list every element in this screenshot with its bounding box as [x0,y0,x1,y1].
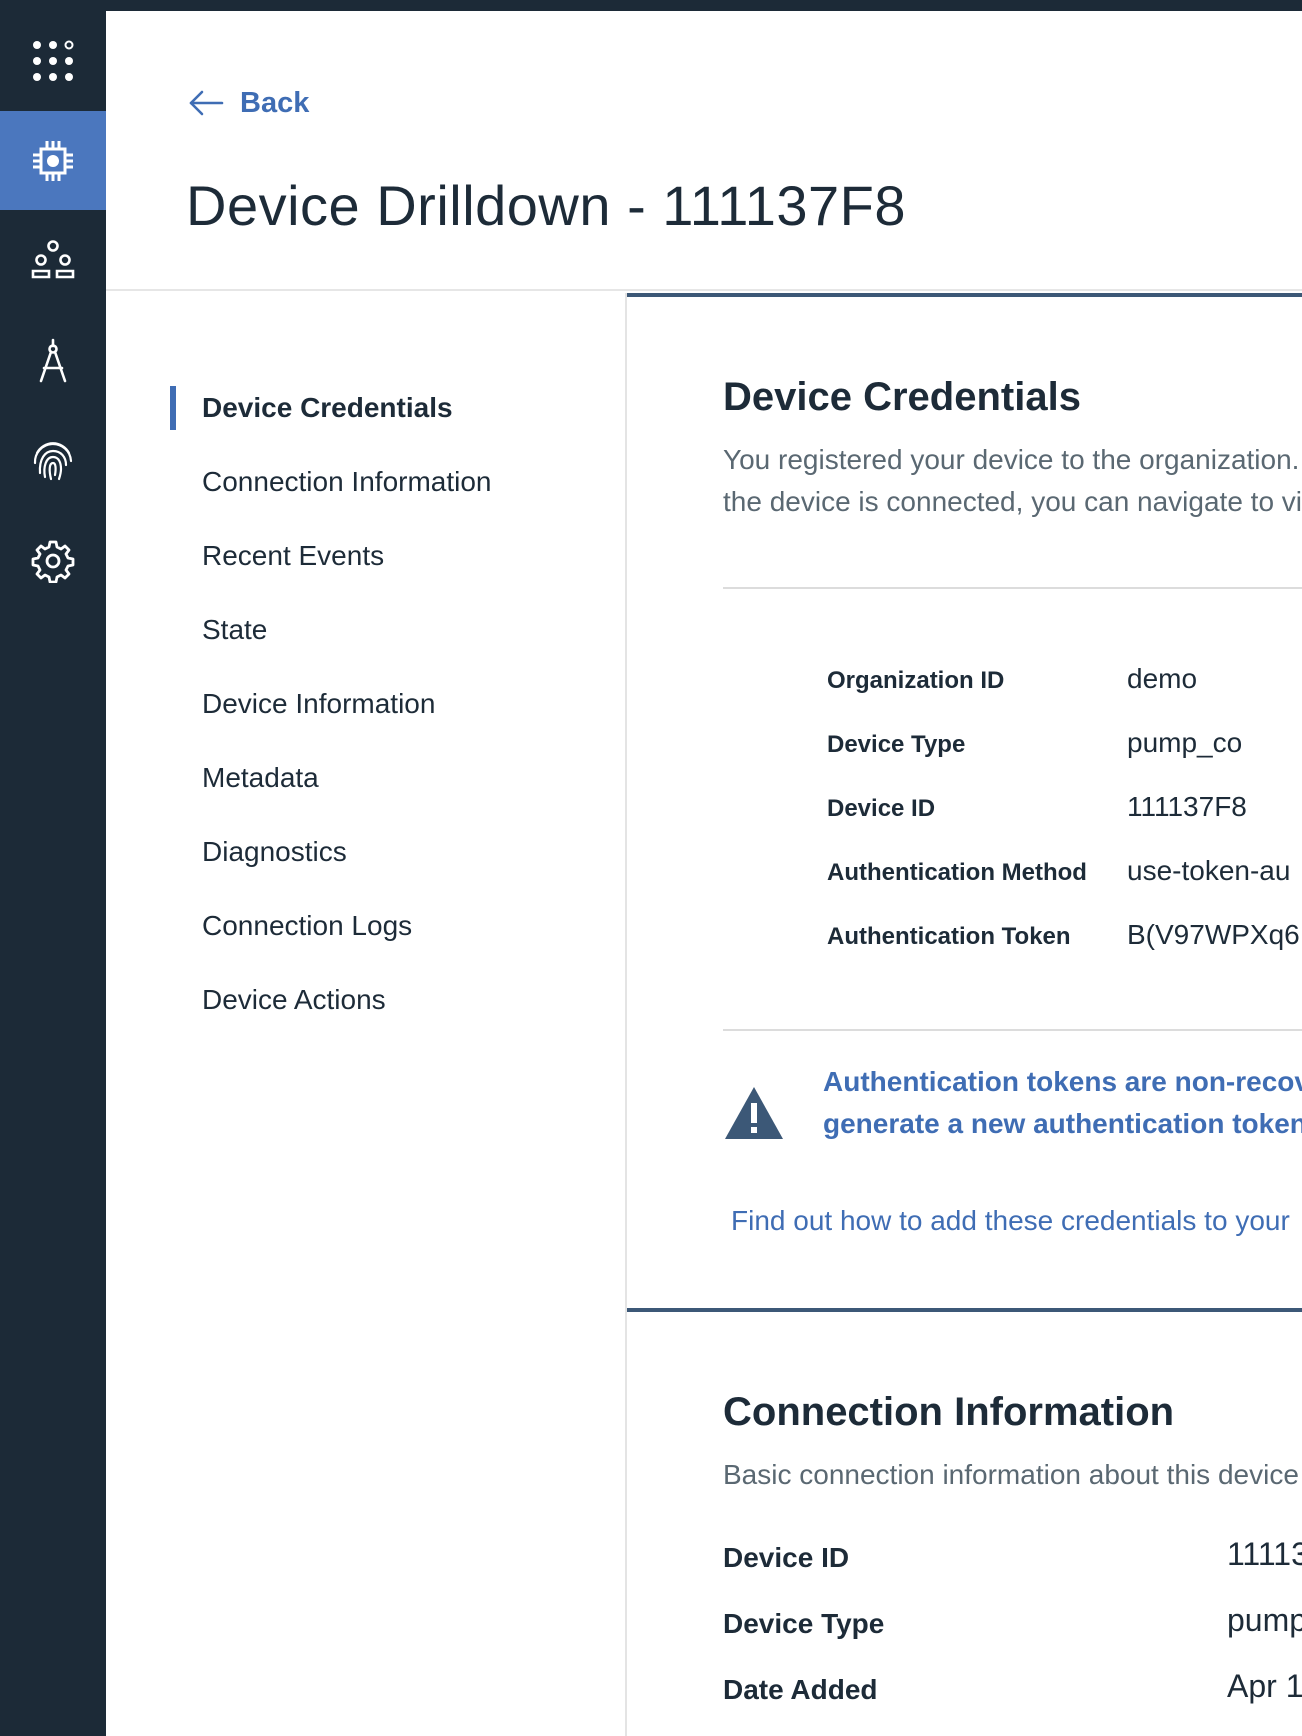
nav-item-connection-logs[interactable]: Connection Logs [202,904,412,948]
rail-item-members[interactable] [0,211,106,310]
auth-method-value: use-token-au [1127,855,1291,886]
nav-item-diagnostics[interactable]: Diagnostics [202,830,347,874]
org-id-label: Organization ID [827,667,1005,694]
device-id-label: Device ID [827,795,936,822]
app-switcher-icon [33,40,74,81]
rail-item-devices[interactable] [0,111,106,210]
auth-token-label: Authentication Token [827,923,1071,950]
warning-text: Authentication tokens are non-recove gen… [823,1061,1302,1145]
nav-item-state[interactable]: State [202,608,267,652]
warning-line1: Authentication tokens are non-recove [823,1066,1302,1097]
nav-item-connection-information[interactable]: Connection Information [202,460,492,504]
arrow-left-icon [189,90,224,116]
fingerprint-icon [33,441,73,480]
nav-item-recent-events[interactable]: Recent Events [202,534,384,578]
connection-desc: Basic connection information about this … [723,1459,1299,1490]
nav-item-device-information[interactable]: Device Information [202,682,435,726]
rail-item-settings[interactable] [0,511,106,610]
back-label[interactable]: Back [240,87,309,120]
nav-item-device-credentials[interactable]: Device Credentials [202,386,453,430]
credentials-desc-line2: the device is connected, you can navigat… [723,486,1302,517]
icon-rail [0,11,106,1736]
nav-item-metadata[interactable]: Metadata [202,756,319,800]
add-credentials-link[interactable]: Find out how to add these credentials to… [731,1205,1290,1237]
device-type-label: Device Type [827,731,966,758]
conn-device-id-label: Device ID [723,1542,850,1573]
divider [723,1029,1302,1031]
divider [723,587,1302,589]
back-link[interactable]: Back [188,83,309,123]
connection-title: Connection Information [723,1390,1175,1434]
main-area: Back Device Drilldown - 111137F8 Device … [106,11,1302,1736]
connection-information-card: Connection Information Basic connection … [627,1308,1302,1736]
page-title: Device Drilldown - 111137F8 [186,174,907,237]
device-credentials-card: Device Credentials You registered your d… [627,293,1302,1313]
page-header: Back Device Drilldown - 111137F8 [106,11,1302,291]
warning-icon [725,1087,783,1139]
conn-device-id-value: 111137F8 [1227,1536,1302,1572]
credentials-desc-line1: You registered your device to the organi… [723,444,1300,475]
auth-token-value: B(V97WPXq6 [1127,919,1300,950]
rail-item-security[interactable] [0,411,106,510]
rail-item-rules[interactable] [0,311,106,410]
auth-method-label: Authentication Method [827,859,1087,886]
device-type-value: pump_co [1127,727,1243,758]
conn-device-type-label: Device Type [723,1608,885,1639]
conn-device-type-value: pump_co [1227,1602,1302,1638]
gear-icon [31,540,75,583]
app-switcher-button[interactable] [0,11,106,110]
credentials-title: Device Credentials [723,375,1081,419]
org-id-value: demo [1127,663,1198,694]
conn-date-added-value: Apr 1, 2021 [1227,1668,1302,1704]
top-bar [0,0,1302,11]
members-icon [31,239,75,278]
device-id-value: 111137F8 [1127,791,1247,822]
warning-line2: generate a new authentication token. [823,1108,1302,1139]
chip-icon [33,140,73,181]
conn-date-added-label: Date Added [723,1674,878,1705]
active-nav-marker [170,386,176,430]
compass-icon [39,338,67,382]
nav-item-device-actions[interactable]: Device Actions [202,978,386,1022]
section-nav: Device Credentials Connection Informatio… [106,293,626,1736]
